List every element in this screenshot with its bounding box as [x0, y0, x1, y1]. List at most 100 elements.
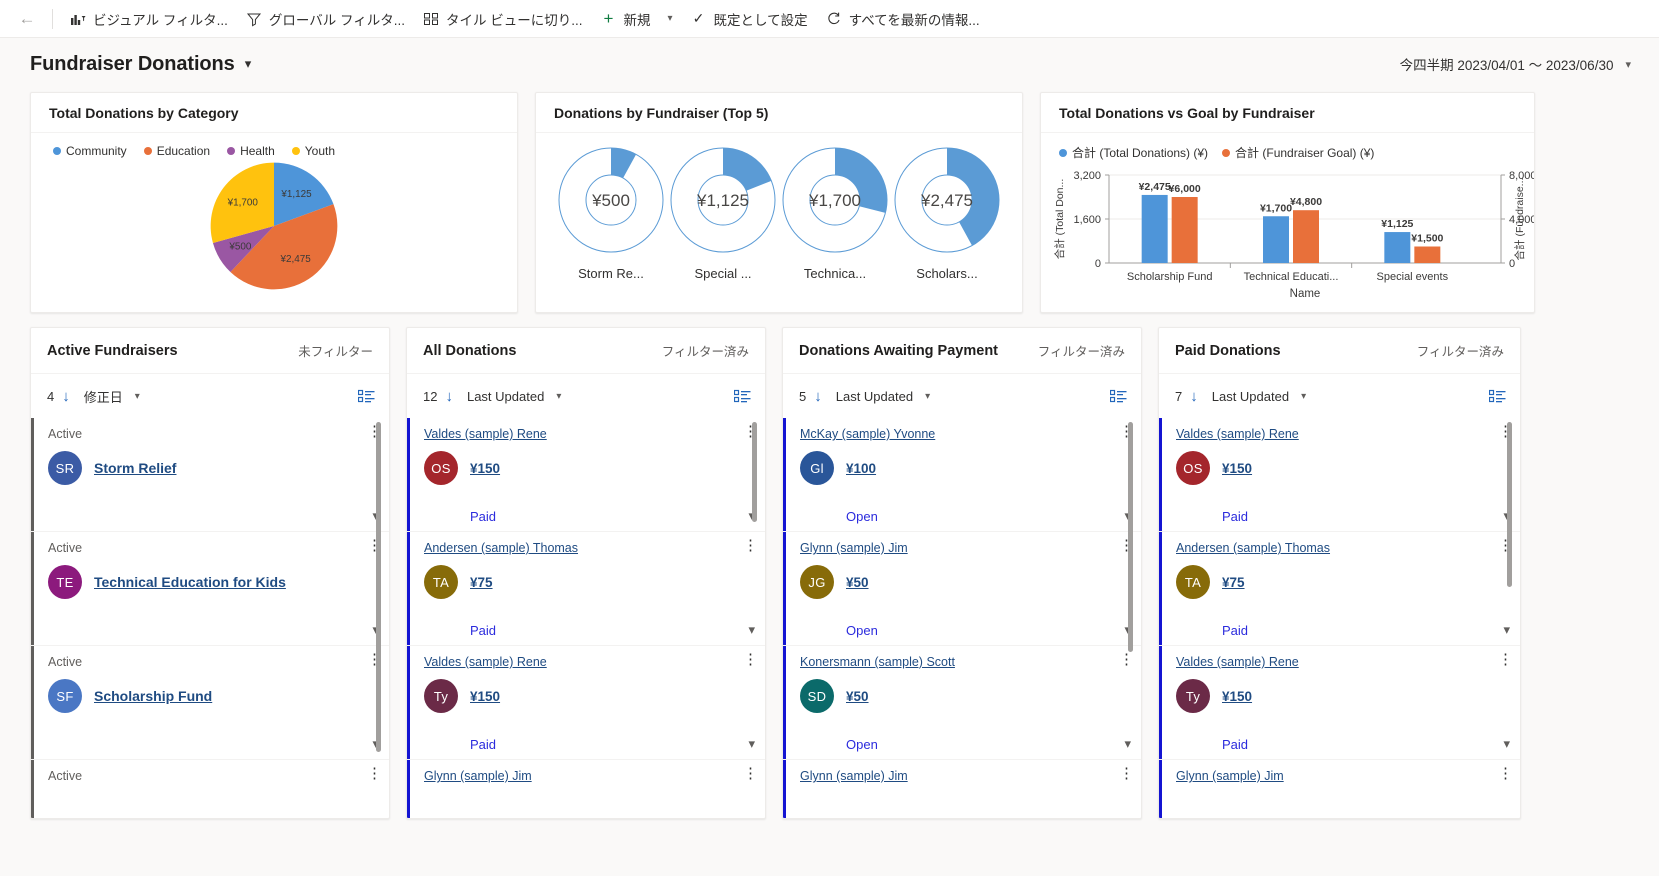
more-options-icon[interactable]: ⋮ [1119, 652, 1134, 667]
stream-card[interactable]: Active⋮ SF Scholarship Fund ▾ [31, 646, 389, 760]
sort-descending-icon[interactable]: ↓ [62, 388, 70, 405]
stream-card-amount-link[interactable]: ¥50 [846, 575, 869, 590]
stream-card-amount-link[interactable]: ¥150 [470, 461, 500, 476]
legend-item-youth[interactable]: Youth [291, 144, 335, 158]
more-options-icon[interactable]: ⋮ [743, 538, 758, 553]
expand-chevron-down-icon[interactable]: ▾ [1124, 736, 1131, 752]
date-range-chevron-down-icon[interactable]: ▾ [1625, 58, 1631, 71]
expand-chevron-down-icon[interactable]: ▾ [1503, 622, 1510, 638]
pie-chart-graphic[interactable]: ¥1,125 ¥2,475 ¥500 ¥1,700 [31, 160, 517, 292]
date-range-selector[interactable]: 今四半期 2023/04/01 〜 2023/06/30 ▾ [1400, 54, 1631, 74]
stream-card[interactable]: Glynn (sample) Jim ⋮ [1159, 760, 1520, 818]
command-visual-filter[interactable]: ビジュアル フィルタ... [61, 3, 237, 35]
stream-item-list[interactable]: Active⋮SRStorm Relief▾Active⋮TETechnical… [31, 418, 389, 818]
chevron-down-icon[interactable]: ▾ [556, 391, 561, 402]
stream-card-contact-link[interactable]: Valdes (sample) Rene [1176, 655, 1299, 669]
stream-card-amount-link[interactable]: ¥75 [470, 575, 493, 590]
donut-item[interactable]: ¥500 Storm Re... [556, 145, 666, 281]
stream-card-contact-link[interactable]: Andersen (sample) Thomas [1176, 541, 1330, 555]
stream-card[interactable]: Active⋮ TE Technical Education for Kids ▾ [31, 532, 389, 646]
command-refresh-all[interactable]: すべてを最新の情報... [817, 3, 989, 35]
more-options-icon[interactable]: ⋮ [1119, 766, 1134, 781]
command-tile-view[interactable]: タイル ビューに切り... [414, 3, 592, 35]
stream-card-amount-link[interactable]: ¥50 [846, 689, 869, 704]
sort-descending-icon[interactable]: ↓ [1190, 388, 1198, 405]
stream-card[interactable]: Valdes (sample) Rene⋮ OS ¥150 Paid▾ [407, 418, 765, 532]
stream-card-contact-link[interactable]: Konersmann (sample) Scott [800, 655, 955, 669]
legend-item-total-donations[interactable]: 合計 (Total Donations) (¥) [1059, 144, 1208, 161]
more-options-icon[interactable]: ⋮ [367, 766, 382, 781]
stream-item-list[interactable]: Valdes (sample) Rene⋮OS¥150Paid▾Andersen… [1159, 418, 1520, 818]
chevron-down-icon[interactable]: ▾ [668, 13, 673, 24]
sort-descending-icon[interactable]: ↓ [445, 388, 453, 405]
legend-item-community[interactable]: Community [53, 144, 127, 158]
stream-sort-field[interactable]: Last Updated [467, 389, 544, 404]
stream-card[interactable]: Glynn (sample) Jim ⋮ [783, 760, 1141, 818]
stream-item-list[interactable]: Valdes (sample) Rene⋮OS¥150Paid▾ Andersen… [407, 418, 765, 818]
command-global-filter[interactable]: グローバル フィルタ... [237, 3, 414, 35]
sort-descending-icon[interactable]: ↓ [814, 388, 822, 405]
stream-scrollbar-thumb[interactable] [752, 422, 757, 522]
stream-card-contact-link[interactable]: Glynn (sample) Jim [424, 769, 532, 783]
view-selector-icon[interactable] [734, 389, 751, 404]
page-title-chevron-down-icon[interactable]: ▾ [245, 56, 252, 72]
stream-card-contact-link[interactable]: Andersen (sample) Thomas [424, 541, 578, 555]
back-button[interactable]: ← [10, 2, 44, 36]
stream-card-contact-link[interactable]: Glynn (sample) Jim [1176, 769, 1284, 783]
donut-item[interactable]: ¥2,475 Scholars... [892, 145, 1002, 281]
stream-scrollbar-thumb[interactable] [376, 422, 381, 752]
more-options-icon[interactable]: ⋮ [1498, 652, 1513, 667]
stream-card-contact-link[interactable]: Glynn (sample) Jim [800, 541, 908, 555]
view-selector-icon[interactable] [1110, 389, 1127, 404]
donut-item[interactable]: ¥1,125 Special ... [668, 145, 778, 281]
stream-scrollbar-thumb[interactable] [1507, 422, 1512, 587]
more-options-icon[interactable]: ⋮ [743, 766, 758, 781]
stream-scrollbar-thumb[interactable] [1128, 422, 1133, 652]
stream-card[interactable]: Andersen (sample) Thomas ⋮ TA ¥75 Paid ▾ [407, 532, 765, 646]
command-set-as-default[interactable]: ✓ 既定として設定 [682, 3, 817, 35]
stream-card-amount-link[interactable]: ¥150 [1222, 461, 1252, 476]
stream-card-record-link[interactable]: Scholarship Fund [94, 688, 212, 704]
view-selector-icon[interactable] [1489, 389, 1506, 404]
chevron-down-icon[interactable]: ▾ [135, 391, 140, 402]
stream-card[interactable]: Konersmann (sample) Scott ⋮ SD ¥50 Open ▾ [783, 646, 1141, 760]
more-options-icon[interactable]: ⋮ [743, 652, 758, 667]
chevron-down-icon[interactable]: ▾ [925, 391, 930, 402]
stream-card-amount-link[interactable]: ¥100 [846, 461, 876, 476]
stream-filter-status[interactable]: 未フィルター [298, 341, 373, 360]
stream-sort-field[interactable]: Last Updated [836, 389, 913, 404]
stream-card-amount-link[interactable]: ¥150 [470, 689, 500, 704]
more-options-icon[interactable]: ⋮ [1498, 766, 1513, 781]
stream-card[interactable]: McKay (sample) Yvonne⋮ Gl ¥100 Open▾ [783, 418, 1141, 532]
stream-filter-status[interactable]: フィルター済み [1417, 341, 1504, 360]
stream-filter-status[interactable]: フィルター済み [1038, 341, 1125, 360]
stream-card-amount-link[interactable]: ¥75 [1222, 575, 1245, 590]
stream-card[interactable]: Valdes (sample) Rene⋮ OS ¥150 Paid▾ [1159, 418, 1520, 532]
stream-sort-field[interactable]: 修正日 [84, 387, 123, 406]
chevron-down-icon[interactable]: ▾ [1301, 391, 1306, 402]
stream-card[interactable]: Glynn (sample) Jim ⋮ [407, 760, 765, 818]
stream-card-contact-link[interactable]: Valdes (sample) Rene [1176, 427, 1299, 441]
stream-card-contact-link[interactable]: Valdes (sample) Rene [424, 655, 547, 669]
stream-card[interactable]: Valdes (sample) Rene ⋮ Ty ¥150 Paid ▾ [407, 646, 765, 760]
stream-card-contact-link[interactable]: McKay (sample) Yvonne [800, 427, 935, 441]
stream-card[interactable]: Andersen (sample) Thomas ⋮ TA ¥75 Paid ▾ [1159, 532, 1520, 646]
expand-chevron-down-icon[interactable]: ▾ [1503, 736, 1510, 752]
legend-item-health[interactable]: Health [227, 144, 275, 158]
stream-card-contact-link[interactable]: Valdes (sample) Rene [424, 427, 547, 441]
stream-card[interactable]: Glynn (sample) Jim⋮ JG ¥50 Open▾ [783, 532, 1141, 646]
stream-card-amount-link[interactable]: ¥150 [1222, 689, 1252, 704]
legend-item-fundraiser-goal[interactable]: 合計 (Fundraiser Goal) (¥) [1222, 144, 1374, 161]
stream-card[interactable]: Active ⋮ [31, 760, 389, 818]
expand-chevron-down-icon[interactable]: ▾ [748, 736, 755, 752]
legend-item-education[interactable]: Education [143, 144, 210, 158]
stream-sort-field[interactable]: Last Updated [1212, 389, 1289, 404]
command-new[interactable]: + 新規 ▾ [592, 3, 682, 35]
stream-card-record-link[interactable]: Storm Relief [94, 460, 176, 476]
expand-chevron-down-icon[interactable]: ▾ [748, 622, 755, 638]
stream-card-contact-link[interactable]: Glynn (sample) Jim [800, 769, 908, 783]
bar-chart-plot[interactable]: 0 1,600 3,200 0 4,000 8,000 ¥2,475 ¥6,000 Schola… [1041, 163, 1537, 303]
view-selector-icon[interactable] [358, 389, 375, 404]
stream-item-list[interactable]: McKay (sample) Yvonne⋮Gl¥100Open▾Glynn (… [783, 418, 1141, 818]
stream-card-record-link[interactable]: Technical Education for Kids [94, 574, 286, 590]
